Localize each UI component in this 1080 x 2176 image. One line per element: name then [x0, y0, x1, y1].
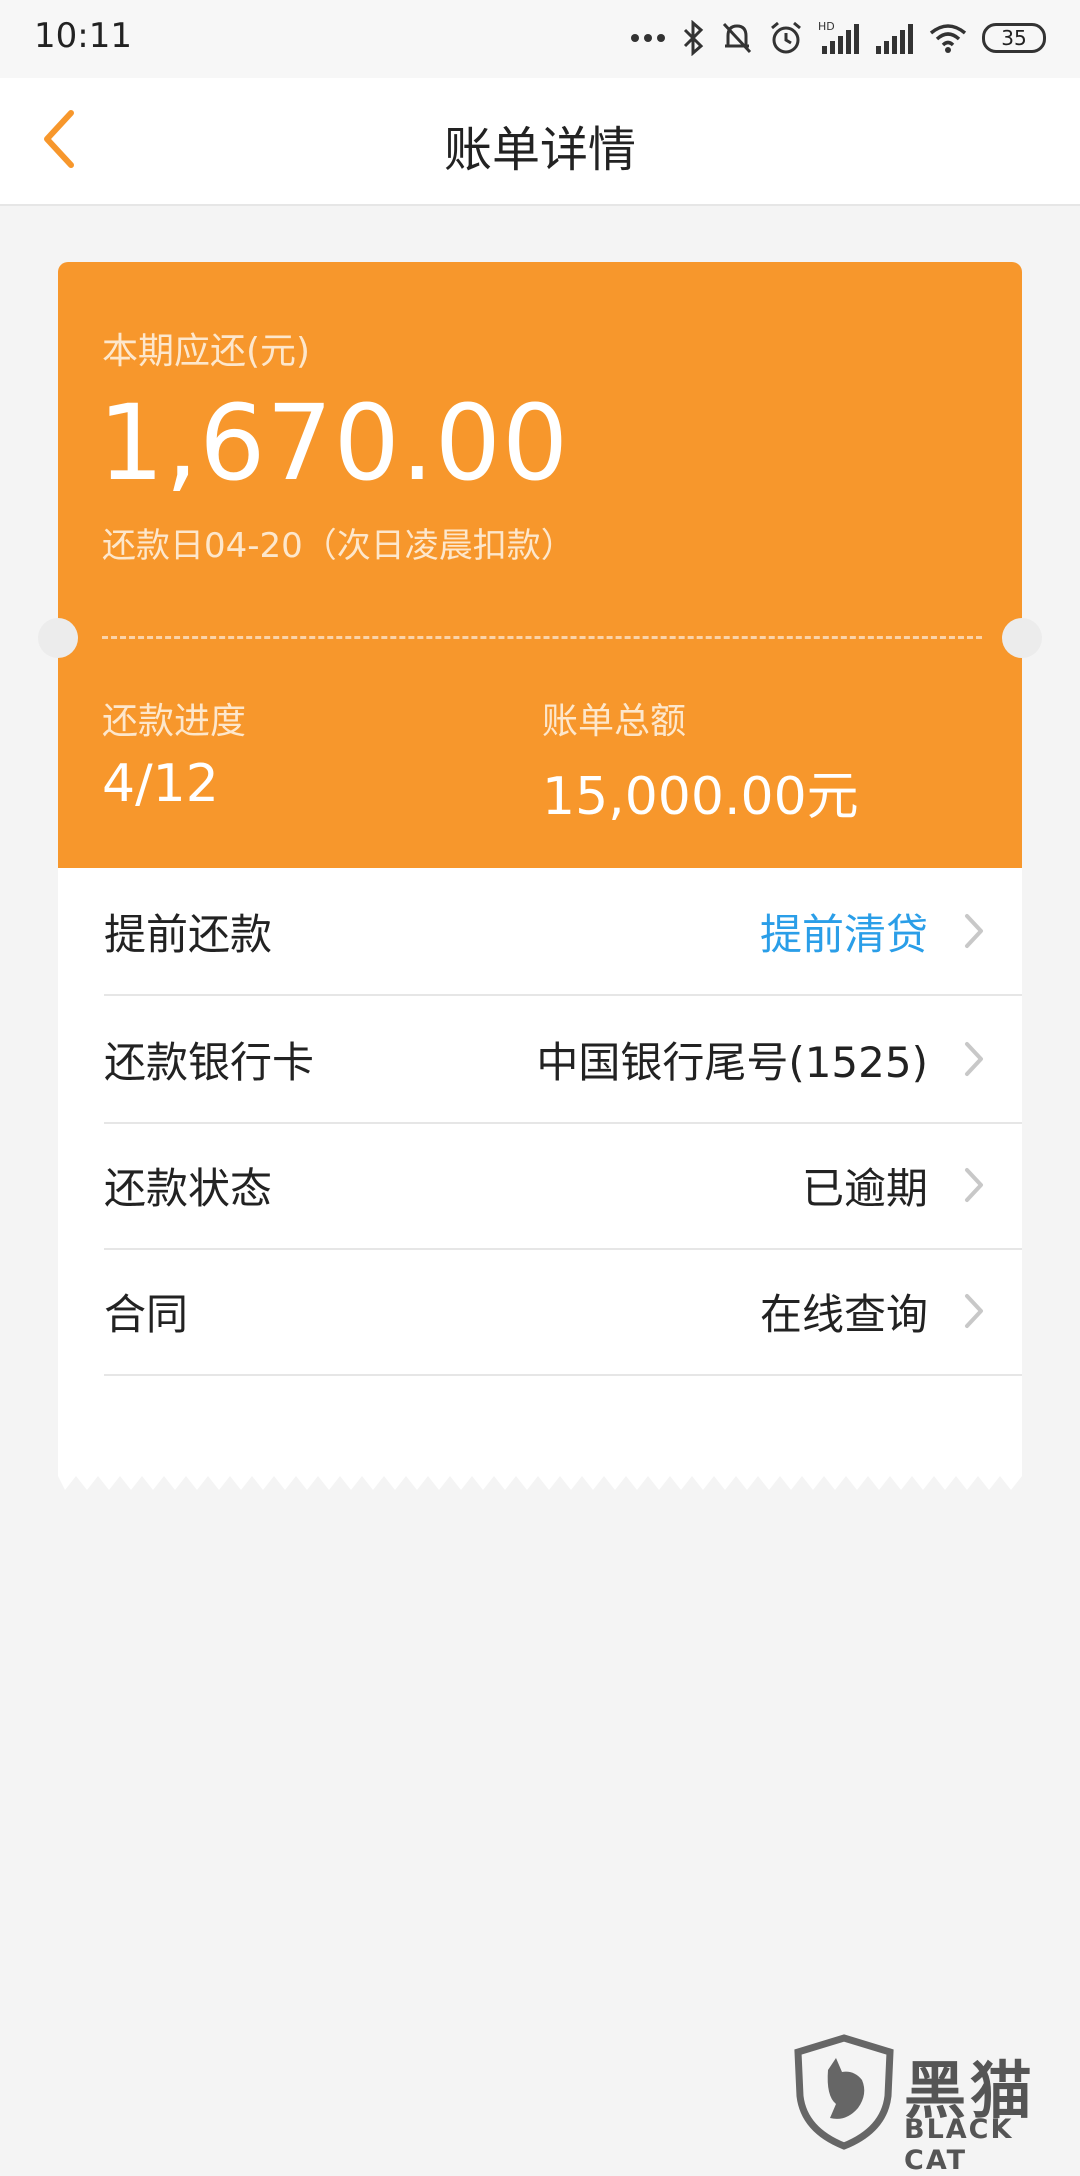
- total-value: 15,000.00元: [542, 754, 859, 829]
- row-repayment-status[interactable]: 还款状态 已逾期: [104, 1122, 1022, 1250]
- mute-bell-icon: [720, 20, 754, 56]
- svg-text:HD: HD: [818, 20, 835, 33]
- wifi-icon: [928, 21, 968, 55]
- due-amount: 1,670.00: [98, 382, 569, 504]
- battery-level: 35: [1001, 26, 1026, 50]
- chevron-right-icon: [956, 1039, 992, 1079]
- chevron-right-icon: [956, 1165, 992, 1205]
- row-label: 还款状态: [104, 1155, 802, 1216]
- bank-card-value: 中国银行尾号(1525): [536, 1029, 928, 1090]
- row-label: 合同: [104, 1281, 760, 1342]
- chevron-right-icon: [956, 1291, 992, 1331]
- watermark-logo: 黑猫 BLACK CAT: [792, 2034, 1072, 2154]
- hd-signal-icon: HD: [818, 20, 860, 56]
- signal-icon: [874, 20, 914, 56]
- status-bar: 10:11 HD: [0, 0, 1080, 78]
- bill-card: 本期应还(元) 1,670.00 还款日04-20（次日凌晨扣款） 还款进度 4…: [58, 262, 1022, 1474]
- ticket-notch-right: [1002, 618, 1042, 658]
- ticket-notch-left: [38, 618, 78, 658]
- dashed-divider: [102, 636, 982, 639]
- progress-label: 还款进度: [102, 692, 246, 744]
- receipt-zigzag-edge: [58, 1472, 1022, 1494]
- progress-value: 4/12: [102, 754, 219, 814]
- row-label: 还款银行卡: [104, 1029, 536, 1090]
- cat-shield-icon: [792, 2034, 896, 2150]
- chevron-right-icon: [956, 911, 992, 951]
- status-value: 已逾期: [802, 1155, 928, 1216]
- total-label: 账单总额: [542, 692, 686, 744]
- early-payoff-link[interactable]: 提前清贷: [760, 901, 928, 962]
- due-label: 本期应还(元): [102, 322, 310, 374]
- bluetooth-icon: [680, 20, 706, 56]
- more-dots-icon: [630, 32, 666, 44]
- bill-summary: 本期应还(元) 1,670.00 还款日04-20（次日凌晨扣款） 还款进度 4…: [58, 262, 1022, 868]
- row-contract[interactable]: 合同 在线查询: [104, 1248, 1022, 1376]
- row-early-repayment[interactable]: 提前还款 提前清贷: [104, 868, 1022, 996]
- battery-icon: 35: [982, 23, 1046, 53]
- row-bank-card[interactable]: 还款银行卡 中国银行尾号(1525): [104, 996, 1022, 1124]
- contract-value: 在线查询: [760, 1281, 928, 1342]
- status-time: 10:11: [34, 16, 132, 56]
- page-title: 账单详情: [0, 110, 1080, 180]
- status-icons: HD 35: [630, 18, 1046, 58]
- bill-detail-list: 提前还款 提前清贷 还款银行卡 中国银行尾号(1525) 还款状态 已逾期 合同…: [58, 868, 1022, 1474]
- nav-bar: 账单详情: [0, 78, 1080, 206]
- watermark-en: BLACK CAT: [904, 2114, 1072, 2176]
- row-label: 提前还款: [104, 901, 760, 962]
- due-date: 还款日04-20（次日凌晨扣款）: [102, 518, 575, 567]
- alarm-icon: [768, 20, 804, 56]
